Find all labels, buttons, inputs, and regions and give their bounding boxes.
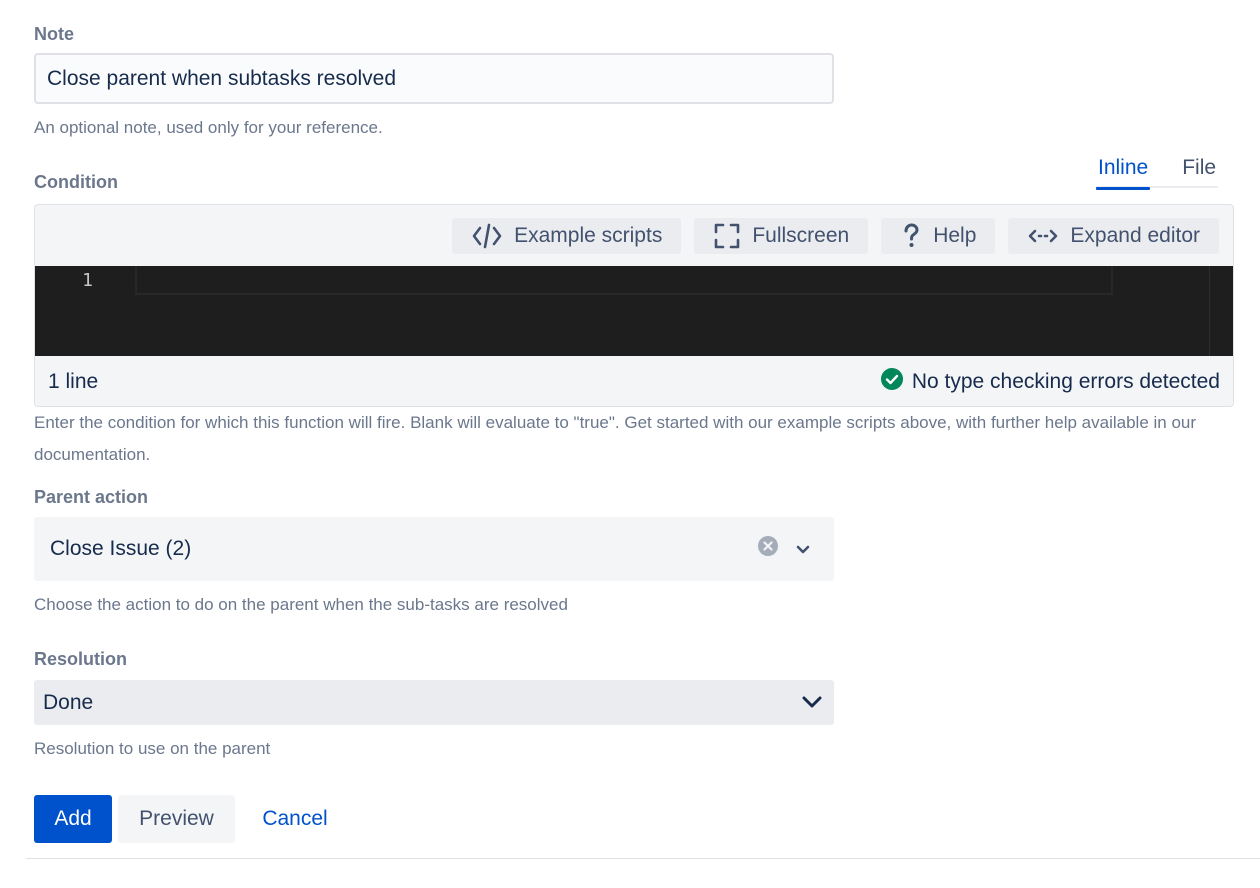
cancel-button[interactable]: Cancel [235, 795, 355, 843]
expand-editor-label: Expand editor [1070, 224, 1200, 247]
note-label: Note [34, 24, 74, 44]
preview-button[interactable]: Preview [118, 795, 235, 843]
line-count: 1 line [48, 369, 99, 393]
resolution-select[interactable]: Done [34, 680, 834, 725]
line-number: 1 [82, 270, 93, 291]
chevron-down-icon[interactable] [802, 691, 822, 715]
parent-action-help: Choose the action to do on the parent wh… [34, 595, 568, 614]
script-editor: Example scripts Fullscreen Help Expand e… [34, 204, 1234, 407]
note-input[interactable] [34, 53, 834, 104]
parent-action-value: Close Issue (2) [50, 537, 192, 560]
fullscreen-button[interactable]: Fullscreen [694, 218, 869, 254]
editor-status-bar: 1 line No type checking errors detected [35, 356, 1233, 406]
fullscreen-label: Fullscreen [752, 224, 850, 247]
editor-toolbar: Example scripts Fullscreen Help Expand e… [452, 218, 1219, 254]
code-editor-area[interactable]: 1 [35, 266, 1233, 356]
condition-tabs: Inline File [1096, 152, 1218, 190]
help-label: Help [933, 224, 977, 247]
fullscreen-icon [714, 223, 740, 249]
help-button[interactable]: Help [881, 218, 996, 254]
current-line-highlight [135, 266, 1113, 295]
tab-inline[interactable]: Inline [1096, 152, 1151, 190]
resolution-value: Done [43, 690, 94, 714]
editor-scrollbar[interactable] [1209, 266, 1210, 356]
condition-help: Enter the condition for which this funct… [34, 413, 1197, 464]
check-circle-icon [880, 367, 903, 396]
question-icon [901, 223, 921, 249]
chevron-down-icon[interactable] [796, 537, 810, 561]
add-button[interactable]: Add [34, 795, 112, 843]
example-scripts-button[interactable]: Example scripts [452, 218, 682, 254]
parent-action-label: Parent action [34, 487, 149, 507]
expand-arrows-icon [1028, 226, 1058, 246]
note-help: An optional note, used only for your ref… [34, 118, 383, 137]
clear-circle-icon[interactable] [758, 536, 778, 562]
form-actions: Add Preview Cancel [34, 795, 355, 843]
type-check-status: No type checking errors detected [880, 367, 1220, 396]
expand-editor-button[interactable]: Expand editor [1008, 218, 1219, 254]
resolution-help: Resolution to use on the parent [34, 739, 271, 758]
example-scripts-label: Example scripts [514, 224, 663, 247]
divider [26, 858, 1260, 859]
condition-label: Condition [34, 172, 118, 192]
tab-file[interactable]: File [1180, 152, 1218, 188]
resolution-label: Resolution [34, 649, 127, 669]
type-check-status-text: No type checking errors detected [911, 369, 1220, 393]
parent-action-select[interactable]: Close Issue (2) [34, 517, 834, 581]
code-icon [472, 223, 502, 249]
